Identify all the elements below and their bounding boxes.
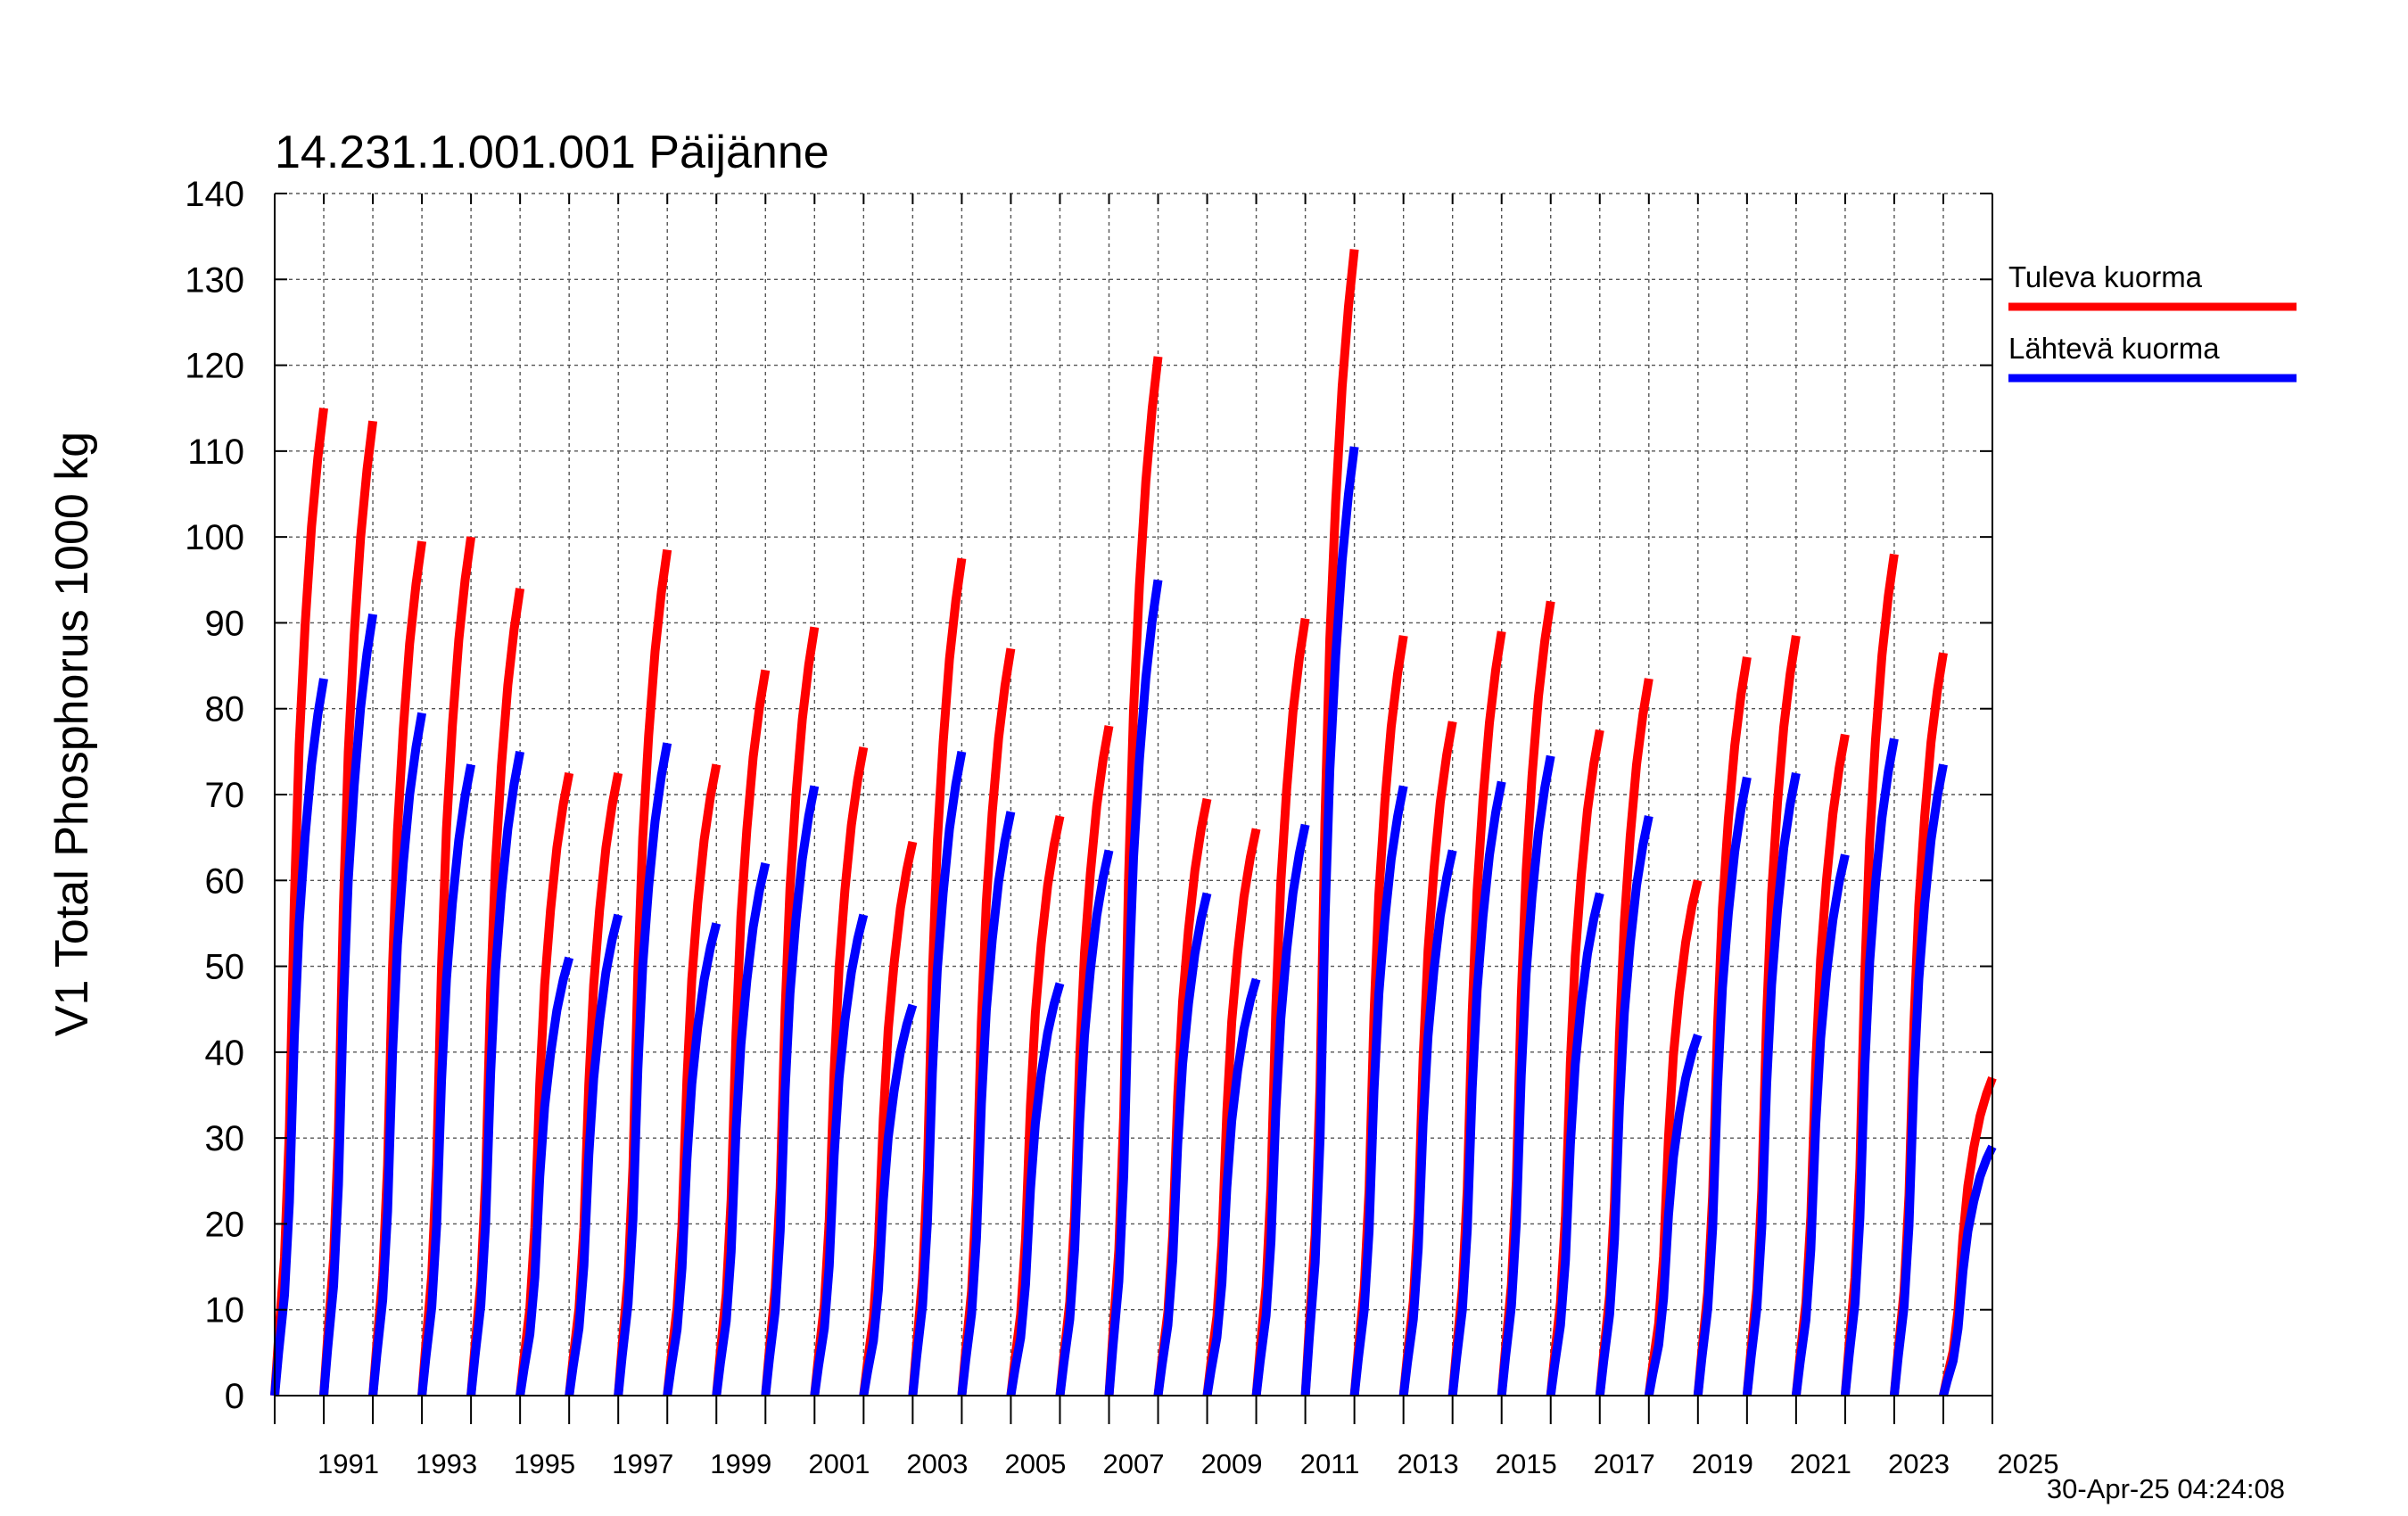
- x-tick-label: 2017: [1594, 1448, 1655, 1479]
- y-tick-label: 80: [205, 690, 245, 729]
- y-tick-label: 40: [205, 1034, 245, 1073]
- x-tick-label: 1997: [612, 1448, 673, 1479]
- y-tick-label: 130: [185, 260, 244, 300]
- x-tick-label: 1993: [416, 1448, 477, 1479]
- x-tick-label: 2007: [1103, 1448, 1165, 1479]
- chart-canvas: 14.231.1.001.001 Päijänne V1 Total Phosp…: [0, 0, 2297, 1504]
- legend-label-2: Lähtevä kuorma: [2008, 332, 2220, 365]
- y-tick-label: 50: [205, 948, 245, 987]
- chart-title: 14.231.1.001.001 Päijänne: [275, 127, 829, 178]
- legend-label-1: Tuleva kuorma: [2008, 260, 2203, 293]
- x-tick-label: 2009: [1201, 1448, 1263, 1479]
- x-tick-label: 2005: [1004, 1448, 1066, 1479]
- x-tick-label: 2001: [808, 1448, 870, 1479]
- y-tick-label: 90: [205, 604, 245, 643]
- x-tick-label: 1995: [514, 1448, 575, 1479]
- y-tick-label: 30: [205, 1119, 245, 1158]
- y-tick-label: 70: [205, 776, 245, 815]
- y-tick-label: 20: [205, 1205, 245, 1244]
- y-tick-label: 120: [185, 347, 244, 386]
- x-tick-label: 2011: [1300, 1448, 1360, 1479]
- y-tick-label: 100: [185, 518, 244, 557]
- x-tick-label: 2013: [1398, 1448, 1459, 1479]
- x-tick-label: 2021: [1790, 1448, 1851, 1479]
- legend: Tuleva kuorma Lähtevä kuorma: [2008, 260, 2297, 383]
- x-tick-label: 2015: [1496, 1448, 1557, 1479]
- y-tick-label: 10: [205, 1291, 245, 1331]
- y-axis-label: V1 Total Phosphorus 1000 kg: [46, 432, 98, 1036]
- x-tick-label: 1991: [317, 1448, 379, 1479]
- y-tick-label: 110: [187, 433, 244, 472]
- y-tick-label: 140: [185, 175, 244, 214]
- y-tick-label: 0: [225, 1377, 244, 1416]
- y-tick-label: 60: [205, 861, 245, 901]
- x-tick-label: 1999: [710, 1448, 771, 1479]
- timestamp: 30-Apr-25 04:24:08: [2047, 1473, 2285, 1504]
- x-tick-label: 2023: [1888, 1448, 1950, 1479]
- x-tick-label: 2003: [906, 1448, 968, 1479]
- x-tick-label: 2019: [1692, 1448, 1753, 1479]
